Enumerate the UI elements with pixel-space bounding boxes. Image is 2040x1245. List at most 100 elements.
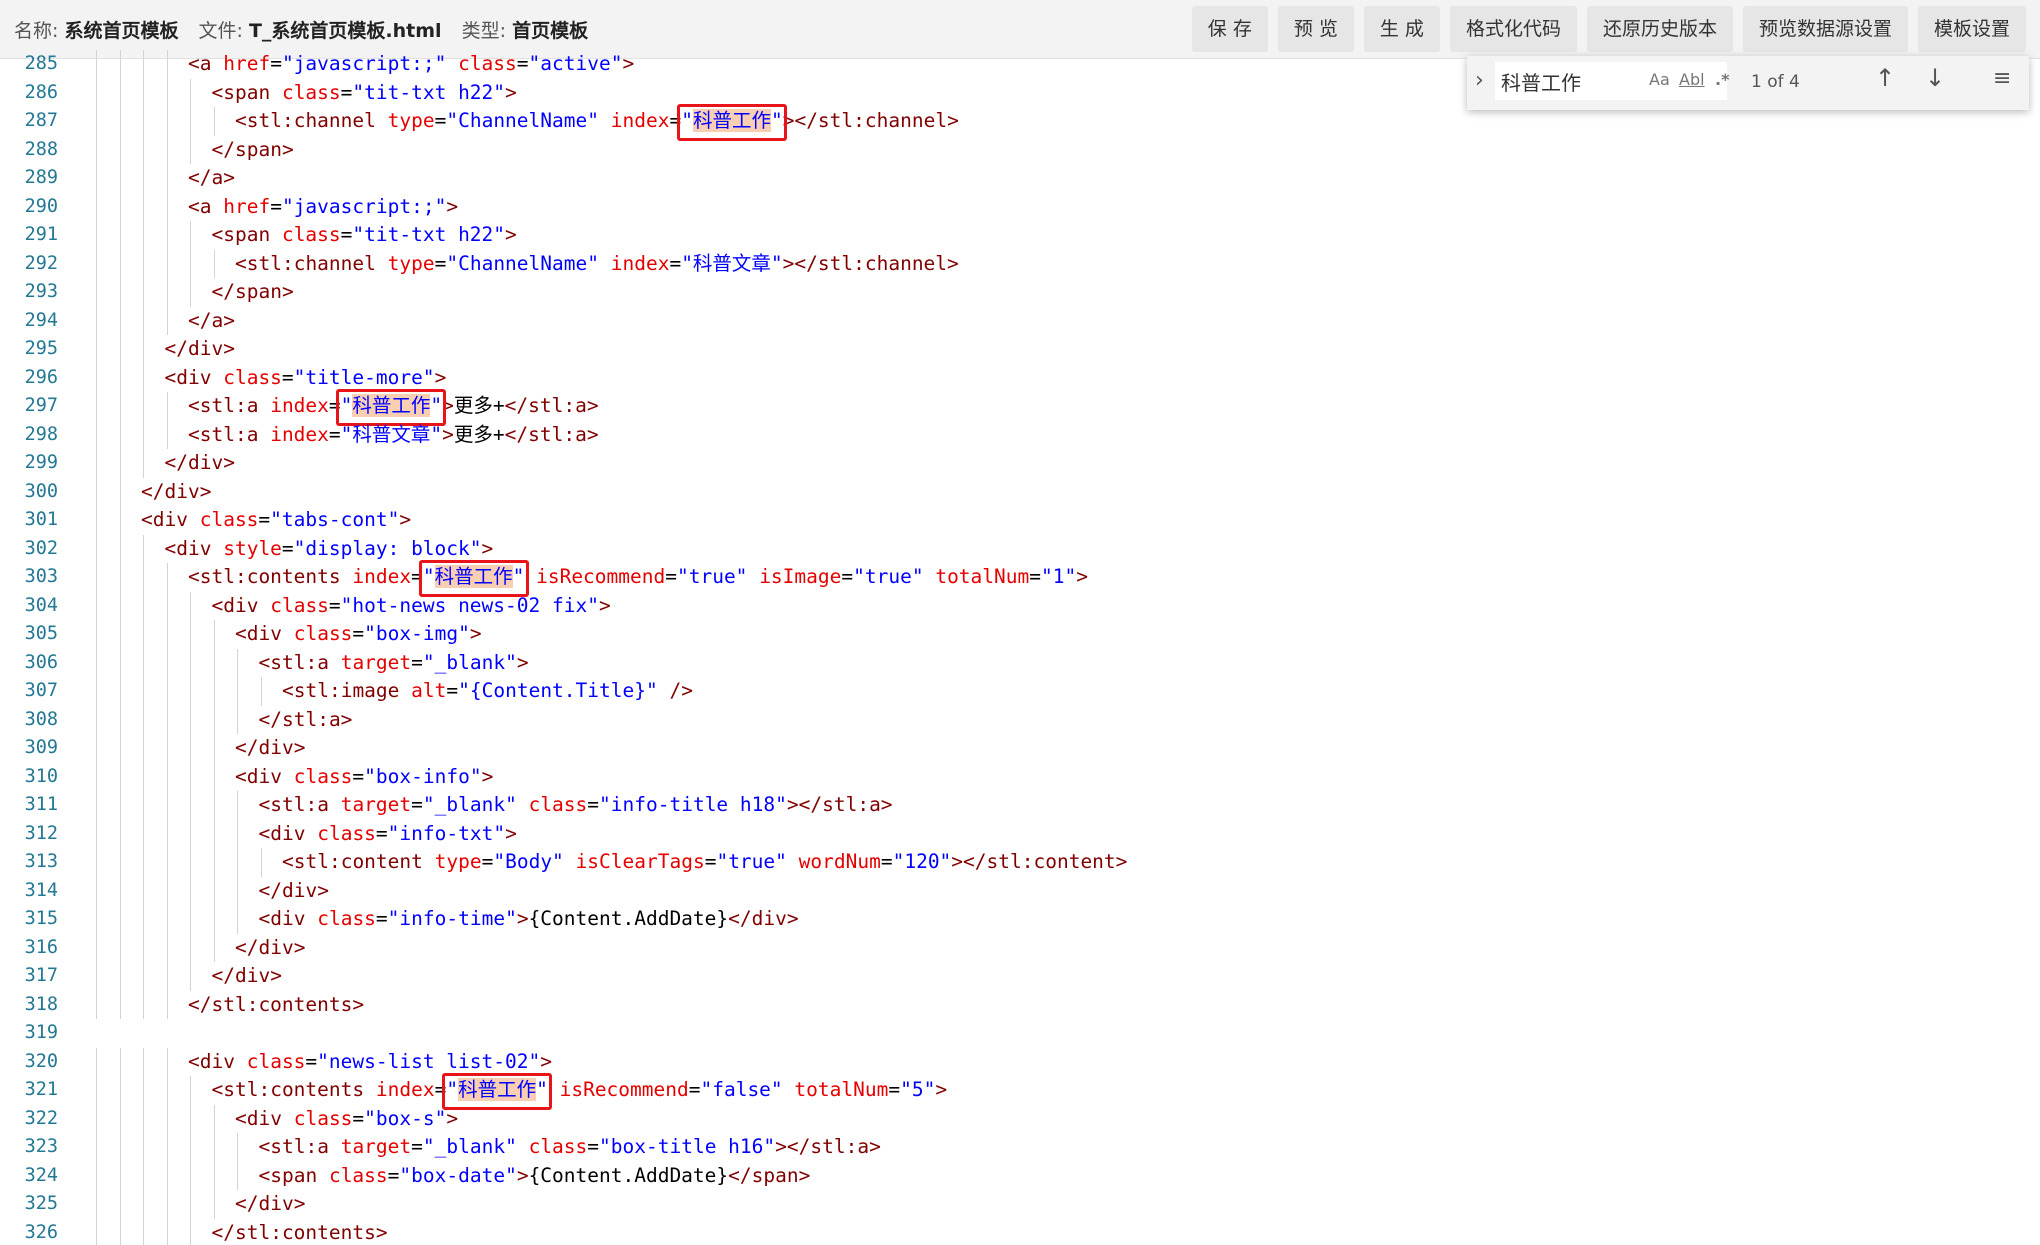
code-token: <div [141,508,188,531]
code-line[interactable]: 316 </div> [0,933,2040,962]
next-match-arrow-down-icon[interactable]: ↓ [1925,64,1945,92]
code-line[interactable]: 305 <div class="box-img"> [0,620,2040,649]
code-token: class [528,1135,588,1158]
code-line[interactable]: 319 [0,1019,2040,1048]
indent-guide [143,50,144,79]
code-line[interactable]: 306 <stl:a target="_blank"> [0,648,2040,677]
code-line[interactable]: 289 </a> [0,164,2040,193]
code-token: <stl:a [188,422,259,446]
file-value: T_系统首页模板.html [248,20,442,42]
code-line[interactable]: 312 <div class="info-txt"> [0,819,2040,848]
code-token: "_blank" [422,793,517,816]
indent-guide [96,420,97,449]
line-number: 295 [24,338,58,359]
code-line[interactable]: 287 <stl:channel type="ChannelName" index… [0,107,2040,136]
regex-icon[interactable]: .* [1715,70,1729,89]
indent-guide [143,620,144,649]
code-line[interactable]: 308 </stl:a> [0,705,2040,734]
code-line[interactable]: 324 <span class="box-date">{Content.AddDa… [0,1161,2040,1190]
indent-guide [143,164,144,193]
indent-guide [166,905,168,934]
find-in-selection-icon[interactable]: ≡ [1993,66,2011,91]
code-line[interactable]: 288 </span> [0,135,2040,164]
code-token: <div [164,365,212,389]
code-token: "tabs-cont" [270,508,400,531]
toggle-replace-chevron-icon[interactable]: › [1475,68,1484,93]
indent-guide [190,1190,191,1219]
code-line[interactable]: 314 </div> [0,876,2040,905]
template-settings-button[interactable]: 模板设置 [1917,6,2026,52]
code-token: index [610,251,670,275]
code-token: </stl:contents> [211,1220,388,1244]
code-line[interactable]: 311 <stl:a target="_blank" class="info-ti… [0,791,2040,820]
code-token: "box-title h16" [599,1135,776,1158]
code-line[interactable]: 290 <a href="javascript:;"> [0,192,2040,221]
indent-guide [96,449,97,478]
code-line[interactable]: 313 <stl:content type="Body" isClearTags=… [0,848,2040,877]
code-line[interactable]: 318 </stl:contents> [0,990,2040,1019]
code-line[interactable]: 296 <div class="title-more"> [0,363,2040,393]
code-line[interactable]: 292 <stl:channel type="ChannelName" index… [0,249,2040,278]
code-token: "true" [853,565,924,588]
code-token: <div [211,593,259,617]
code-line[interactable]: 303 <stl:contents index="科普工作" isRecommen… [0,563,2040,592]
indent-guide [119,135,121,164]
code-line[interactable]: 298 <stl:a index="科普文章">更多+</stl:a> [0,420,2040,449]
code-line[interactable]: 309 </div> [0,734,2040,763]
code-line[interactable]: 291 <span class="tit-txt h22"> [0,221,2040,250]
restore-history-button[interactable]: 还原历史版本 [1586,6,1733,52]
code-editor[interactable]: 285 <a href="javascript:;" class="active"… [0,50,2040,1245]
code-text: <div class="title-more"> [165,364,447,393]
code-line[interactable]: 315 <div class="info-time">{Content.AddDa… [0,905,2040,934]
indent-guide [237,705,238,734]
indent-guide [190,848,191,877]
code-token: <span [211,80,271,104]
line-number: 317 [24,965,58,986]
code-line[interactable]: 301 <div class="tabs-cont"> [0,506,2040,535]
code-line[interactable]: 297 <stl:a index="科普工作">更多+</stl:a> [0,392,2040,421]
line-number: 322 [24,1107,58,1129]
code-line[interactable]: 322 <div class="box-s"> [0,1104,2040,1133]
code-token: class [293,1106,353,1130]
code-line[interactable]: 293 </span> [0,278,2040,307]
code-token: </stl:contents> [188,992,365,1016]
code-line[interactable]: 299 </div> [0,449,2040,478]
code-line[interactable]: 304 <div class="hot-news news-02 fix"> [0,591,2040,620]
generate-button[interactable]: 生 成 [1363,6,1440,52]
code-line[interactable]: 326 </stl:contents> [0,1218,2040,1245]
indent-guide [213,1133,215,1162]
format-code-button[interactable]: 格式化代码 [1449,6,1577,52]
code-line[interactable]: 295 </div> [0,335,2040,364]
code-token: "info-time" [387,907,517,930]
code-line[interactable]: 294 </a> [0,306,2040,335]
indent-guide [143,1161,144,1190]
code-line[interactable]: 323 <stl:a target="_blank" class="box-tit… [0,1133,2040,1162]
previous-match-arrow-up-icon[interactable]: ↑ [1875,64,1895,92]
indent-guide [166,762,168,791]
preview-button[interactable]: 预 览 [1277,6,1354,52]
preview-datasource-button[interactable]: 预览数据源设置 [1742,6,1908,52]
code-line[interactable]: 310 <div class="box-info"> [0,762,2040,791]
code-line[interactable]: 325 </div> [0,1190,2040,1219]
code-line[interactable]: 317 </div> [0,962,2040,991]
code-token: </stl:a> [798,793,893,816]
code-line[interactable]: 302 <div style="display: block"> [0,534,2040,563]
code-token: class [317,821,376,845]
save-button[interactable]: 保 存 [1191,6,1268,52]
code-line[interactable]: 300 </div> [0,477,2040,506]
line-number: 316 [24,936,58,958]
indent-guide [190,1218,191,1245]
code-line[interactable]: 321 <stl:contents index="科普工作" isRecommen… [0,1076,2040,1105]
indent-guide [166,420,168,449]
line-number: 304 [24,594,58,616]
code-line[interactable]: 307 <stl:image alt="{Content.Title}" /> [0,677,2040,706]
code-token: = [434,109,447,132]
match-case-icon[interactable]: Aa [1649,70,1670,89]
match-whole-word-icon[interactable]: Abl [1679,70,1705,89]
code-token: <stl:a [258,793,329,816]
code-line[interactable]: 320 <div class="news-list list-02"> [0,1047,2040,1076]
